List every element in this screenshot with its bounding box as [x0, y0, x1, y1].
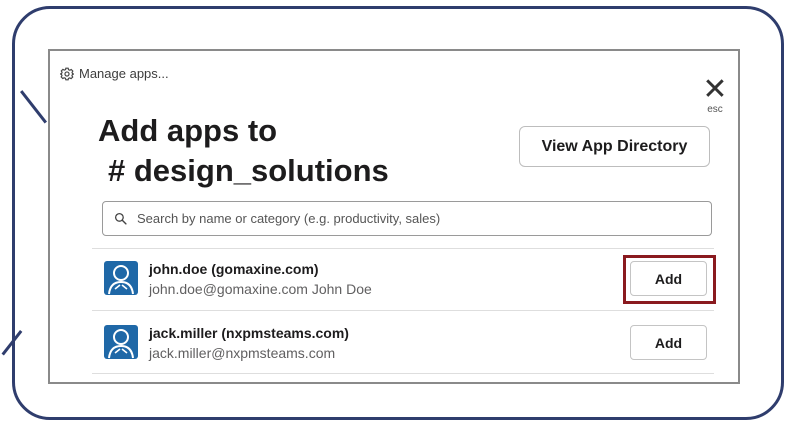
user-avatar-icon — [104, 325, 138, 359]
manage-apps-link[interactable]: Manage apps... — [60, 66, 169, 81]
divider — [92, 248, 714, 249]
manage-apps-label: Manage apps... — [79, 66, 169, 81]
dialog-title: Add apps to # design_solutions — [98, 111, 389, 191]
divider — [92, 373, 714, 374]
search-box[interactable] — [102, 201, 712, 236]
title-line-1: Add apps to — [98, 113, 278, 148]
search-icon — [114, 212, 127, 225]
divider — [92, 310, 714, 311]
app-list-item: jack.miller (nxpmsteams.com) jack.miller… — [104, 325, 714, 375]
search-input[interactable] — [135, 210, 711, 227]
app-subtitle: jack.miller@nxpmsteams.com — [149, 345, 336, 361]
gear-icon — [60, 67, 74, 80]
app-subtitle: john.doe@gomaxine.com John Doe — [149, 281, 372, 297]
view-app-directory-button[interactable]: View App Directory — [519, 126, 710, 167]
add-button[interactable]: Add — [630, 325, 707, 360]
close-button[interactable]: ✕ esc — [702, 73, 728, 116]
highlight-box — [623, 255, 716, 304]
app-name: john.doe (gomaxine.com) — [149, 261, 319, 277]
app-name: jack.miller (nxpmsteams.com) — [149, 325, 349, 341]
title-channel: # design_solutions — [108, 153, 389, 188]
close-icon: ✕ — [702, 73, 728, 106]
user-avatar-icon — [104, 261, 138, 295]
add-apps-dialog: Manage apps... ✕ esc Add apps to # desig… — [48, 49, 740, 384]
